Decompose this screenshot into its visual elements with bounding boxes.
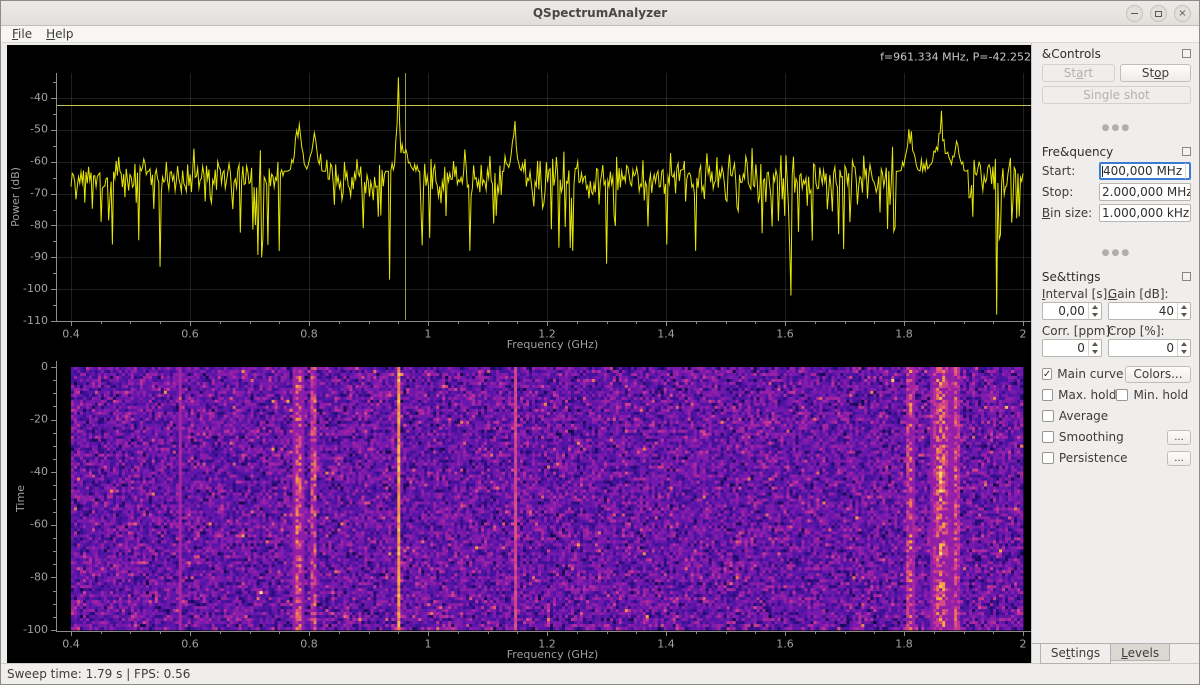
- crop-spinbox[interactable]: 0: [1107, 339, 1191, 357]
- bin-size-spinbox[interactable]: 1.000,000 kHz: [1099, 204, 1191, 222]
- max-hold-checkbox[interactable]: Max. hold: [1041, 388, 1117, 402]
- stop-freq-spinbox[interactable]: 2.000,000 MHz: [1099, 183, 1191, 201]
- smoothing-label: Smoothing: [1058, 430, 1124, 444]
- checkbox-icon[interactable]: [1041, 368, 1053, 380]
- spectrum-plot[interactable]: [7, 45, 1053, 353]
- settings-group-header: Se&ttings: [1042, 269, 1191, 284]
- menu-file[interactable]: File: [5, 26, 39, 42]
- app-window: QSpectrumAnalyzer × File Help &Controls: [0, 0, 1200, 685]
- crop-label: Crop [%]:: [1107, 324, 1165, 338]
- plot-area: [1, 43, 1053, 663]
- frequency-group-title: Fre&quency: [1041, 144, 1114, 159]
- close-button[interactable]: ×: [1174, 5, 1191, 22]
- window-title: QSpectrumAnalyzer: [532, 6, 668, 20]
- max-hold-label: Max. hold: [1058, 388, 1117, 402]
- start-freq-value[interactable]: 400,000 MHz: [1100, 163, 1185, 179]
- smoothing-checkbox[interactable]: Smoothing: [1041, 430, 1124, 444]
- persistence-checkbox[interactable]: Persistence: [1041, 451, 1128, 465]
- plot-container: [7, 45, 1053, 663]
- checkbox-icon[interactable]: [1041, 431, 1054, 443]
- spin-up-icon[interactable]: [1089, 340, 1101, 348]
- splitter-handle[interactable]: ●●●: [1042, 124, 1191, 133]
- crop-value[interactable]: 0: [1109, 340, 1177, 356]
- spin-arrows[interactable]: [1177, 340, 1190, 356]
- spin-up-icon[interactable]: [1178, 340, 1190, 348]
- spin-down-icon[interactable]: [1178, 348, 1190, 356]
- controls-group-header: &Controls: [1042, 46, 1191, 61]
- gain-spinbox[interactable]: 40: [1107, 302, 1191, 320]
- single-shot-button[interactable]: Single shot: [1041, 86, 1191, 104]
- interval-value[interactable]: 0,00: [1043, 303, 1088, 319]
- spin-arrows[interactable]: [1087, 340, 1101, 356]
- persistence-options-button[interactable]: ...: [1167, 450, 1191, 466]
- dock-float-icon[interactable]: [1182, 49, 1191, 58]
- spin-up-icon[interactable]: [1186, 163, 1190, 171]
- close-icon: ×: [1178, 7, 1187, 19]
- frequency-group-header: Fre&quency: [1042, 144, 1191, 159]
- settings-group-title: Se&ttings: [1041, 269, 1101, 284]
- min-hold-label: Min. hold: [1133, 388, 1189, 402]
- dock-tabbar: Settings Levels: [1031, 643, 1199, 664]
- gain-value[interactable]: 40: [1109, 303, 1177, 319]
- dock-float-icon[interactable]: [1182, 147, 1191, 156]
- gain-label: Gain [dB]:: [1107, 287, 1169, 301]
- spin-arrows[interactable]: [1177, 303, 1190, 319]
- spin-arrows[interactable]: [1185, 163, 1190, 179]
- bin-size-value[interactable]: 1.000,000 kHz: [1100, 205, 1190, 221]
- minimize-button[interactable]: [1126, 5, 1143, 22]
- start-freq-label: Start:: [1041, 164, 1076, 178]
- corr-label: Corr. [ppm]:: [1041, 324, 1115, 338]
- persistence-label: Persistence: [1058, 451, 1128, 465]
- titlebar[interactable]: QSpectrumAnalyzer ×: [1, 1, 1199, 26]
- spin-up-icon[interactable]: [1089, 303, 1101, 311]
- settings-dock: &Controls St a rt St o p Single shot ●●● Fre…: [1030, 43, 1199, 664]
- checkbox-icon[interactable]: [1116, 389, 1129, 401]
- start-freq-spinbox[interactable]: 400,000 MHz: [1099, 162, 1191, 180]
- controls-group-title: &Controls: [1041, 46, 1101, 61]
- spin-arrows[interactable]: [1087, 303, 1101, 319]
- dock-spacer: [1042, 472, 1191, 643]
- spin-down-icon[interactable]: [1178, 311, 1190, 319]
- spin-down-icon[interactable]: [1089, 348, 1101, 356]
- checkbox-icon[interactable]: [1041, 452, 1054, 464]
- tab-settings[interactable]: Settings: [1039, 644, 1112, 664]
- stop-freq-label: Stop:: [1041, 185, 1074, 199]
- average-label: Average: [1058, 409, 1109, 423]
- start-button[interactable]: St a rt: [1041, 64, 1115, 82]
- spin-down-icon[interactable]: [1089, 311, 1101, 319]
- menu-help[interactable]: Help: [39, 26, 80, 42]
- corr-spinbox[interactable]: 0: [1041, 339, 1102, 357]
- maximize-icon: [1155, 10, 1162, 17]
- stop-freq-value[interactable]: 2.000,000 MHz: [1100, 184, 1190, 200]
- dock-float-icon[interactable]: [1182, 272, 1191, 281]
- checkbox-icon[interactable]: [1041, 389, 1054, 401]
- waterfall-plot[interactable]: [7, 353, 1053, 663]
- tab-levels[interactable]: Levels: [1110, 644, 1171, 661]
- average-checkbox[interactable]: Average: [1041, 409, 1109, 423]
- maximize-button[interactable]: [1150, 5, 1167, 22]
- main-curve-checkbox[interactable]: Main curve: [1041, 367, 1123, 381]
- smoothing-options-button[interactable]: ...: [1167, 429, 1191, 445]
- stop-button[interactable]: St o p: [1119, 64, 1191, 82]
- menubar: File Help: [1, 26, 1199, 43]
- splitter-handle[interactable]: ●●●: [1042, 249, 1191, 258]
- minimize-icon: [1131, 12, 1138, 15]
- min-hold-checkbox[interactable]: Min. hold: [1116, 388, 1188, 402]
- interval-spinbox[interactable]: 0,00: [1041, 302, 1102, 320]
- statusbar: Sweep time: 1.79 s | FPS: 0.56: [1, 663, 1199, 684]
- main-curve-label: Main curve: [1057, 367, 1124, 381]
- spin-up-icon[interactable]: [1178, 303, 1190, 311]
- status-text: Sweep time: 1.79 s | FPS: 0.56: [7, 667, 191, 681]
- bin-size-label: Bin size:: [1041, 206, 1093, 220]
- spin-down-icon[interactable]: [1186, 171, 1190, 179]
- corr-value[interactable]: 0: [1043, 340, 1088, 356]
- checkbox-icon[interactable]: [1041, 410, 1054, 422]
- colors-button[interactable]: Colors...: [1125, 365, 1191, 383]
- main-content: &Controls St a rt St o p Single shot ●●● Fre…: [1, 43, 1199, 664]
- interval-label: Interval [s]:: [1041, 287, 1112, 301]
